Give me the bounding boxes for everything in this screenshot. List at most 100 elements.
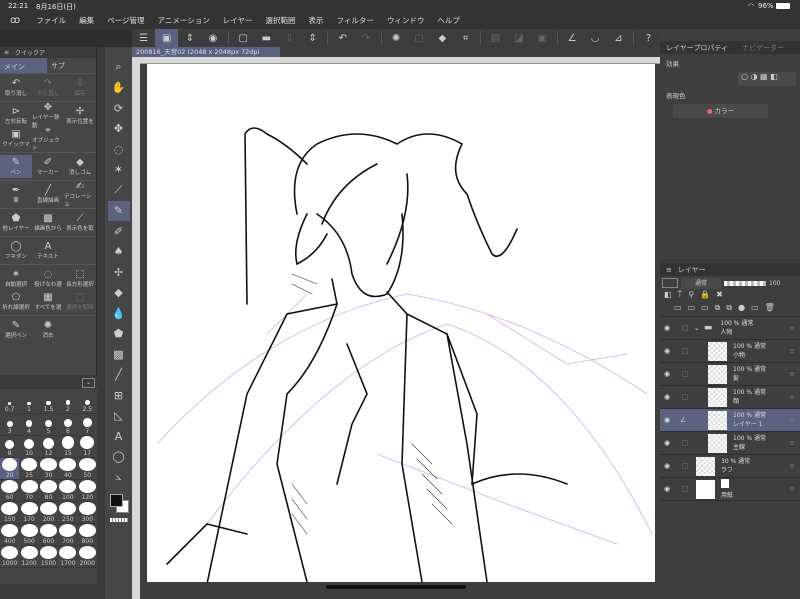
- opacity-value[interactable]: 100: [769, 280, 780, 287]
- menu-file[interactable]: ファイル: [36, 15, 66, 26]
- chevron-updown-icon[interactable]: ⇕: [178, 29, 201, 47]
- brush-size-option[interactable]: 80: [38, 480, 59, 502]
- menu-animation[interactable]: アニメーション: [158, 15, 210, 26]
- quick-access-tab[interactable]: クイックア: [15, 48, 45, 57]
- balloon-icon[interactable]: ◯: [108, 447, 130, 468]
- menu-layer[interactable]: レイヤー: [223, 15, 253, 26]
- quick-tool[interactable]: ◆ 消しゴム: [64, 155, 96, 178]
- drag-handle-icon[interactable]: ≡: [789, 393, 795, 401]
- deselect-icon[interactable]: ▨: [484, 29, 507, 47]
- chevron-updown-icon[interactable]: ⇕: [301, 29, 324, 47]
- help-icon[interactable]: ?: [637, 29, 660, 47]
- brush-size-option[interactable]: 1.5: [38, 392, 59, 414]
- brush-size-option[interactable]: 12: [38, 436, 59, 458]
- hamburger-icon[interactable]: ≡: [4, 49, 9, 56]
- canvas-icon[interactable]: ▣: [155, 29, 179, 47]
- navigator-tab[interactable]: ナビゲーター: [742, 43, 784, 53]
- chevron-down-icon[interactable]: ⌄: [694, 324, 700, 332]
- menu-filter[interactable]: フィルター: [337, 15, 374, 26]
- brush-icon[interactable]: ♠: [108, 242, 130, 263]
- frame-icon[interactable]: ⊞: [108, 385, 130, 406]
- eraser-icon[interactable]: ◆: [108, 283, 130, 304]
- quick-tool[interactable]: ◯ フキダシ: [0, 239, 32, 262]
- layer-checkbox[interactable]: [682, 440, 688, 446]
- brush-size-option[interactable]: 3: [0, 414, 20, 436]
- menu-icon[interactable]: ☰: [132, 29, 155, 47]
- save-icon[interactable]: ⇩: [278, 29, 301, 47]
- brush-size-option[interactable]: 5: [38, 414, 59, 436]
- line-icon[interactable]: ╱: [108, 365, 130, 386]
- eyedropper-icon[interactable]: ⟋: [108, 180, 130, 201]
- eye-icon[interactable]: ◉: [664, 416, 676, 424]
- invert-selection-icon[interactable]: ◪: [507, 29, 530, 47]
- drawing-canvas[interactable]: [147, 64, 655, 585]
- brush-size-option[interactable]: 70: [19, 480, 39, 502]
- brush-size-option[interactable]: 40: [58, 458, 78, 480]
- layer-checkbox[interactable]: [682, 348, 688, 354]
- brush-size-option[interactable]: 2.5: [77, 392, 97, 414]
- chevron-down-icon[interactable]: ⌄: [82, 378, 95, 388]
- document-tab[interactable]: 200816_天宮02 (2048 x 2048px 72dpi 95.4%): [132, 47, 280, 66]
- hamburger-icon[interactable]: ≡: [666, 266, 672, 274]
- quick-tool[interactable]: ⬟ 他レイヤー: [0, 211, 32, 234]
- eye-icon[interactable]: ◉: [664, 393, 676, 401]
- eye-icon[interactable]: ◉: [664, 462, 676, 470]
- color-swatches[interactable]: [108, 492, 130, 516]
- brush-size-option[interactable]: 1000: [0, 546, 20, 568]
- effect-buttons[interactable]: ○ ◑ ▦ ◧: [738, 72, 796, 86]
- brush-size-option[interactable]: 800: [77, 524, 97, 546]
- eye-icon[interactable]: ◉: [664, 485, 676, 493]
- layer-checkbox[interactable]: [682, 394, 688, 400]
- layer-option-buttons[interactable]: ◧⍑⚲🔒✖: [660, 290, 800, 303]
- move-icon[interactable]: ✥: [108, 119, 130, 140]
- zoom-icon[interactable]: ⌕: [108, 57, 130, 78]
- brush-size-option[interactable]: 250: [58, 502, 78, 524]
- brush-size-option[interactable]: 1500: [38, 546, 59, 568]
- eye-icon[interactable]: ◉: [664, 324, 676, 332]
- layer-row[interactable]: ◉ 30 % 通常 ラフ ≡: [660, 455, 800, 478]
- brush-size-option[interactable]: 1700: [58, 546, 78, 568]
- drag-handle-icon[interactable]: ≡: [789, 324, 795, 332]
- layer-action-buttons[interactable]: ▭▭▭⧉⧉●▭🗑: [660, 303, 800, 317]
- brush-size-option[interactable]: 17: [77, 436, 97, 458]
- layer-property-tab[interactable]: レイヤープロパティ: [666, 43, 728, 53]
- new-file-icon[interactable]: ▢: [232, 29, 255, 47]
- layer-row[interactable]: ◉ 100 % 通常顔 ≡: [660, 386, 800, 409]
- brush-size-option[interactable]: 120: [77, 480, 97, 502]
- gradient-icon[interactable]: ▩: [108, 344, 130, 365]
- quick-tool[interactable]: ⊳ 左右反転: [0, 104, 32, 127]
- brush-size-option[interactable]: 700: [58, 524, 78, 546]
- airbrush-icon[interactable]: ✢: [108, 262, 130, 283]
- ruler-snap-icon[interactable]: ∠: [561, 29, 584, 47]
- correct-line-icon[interactable]: ⦣: [108, 467, 130, 488]
- brush-size-option[interactable]: 30: [38, 458, 59, 480]
- drag-handle-icon[interactable]: ≡: [789, 462, 795, 470]
- quick-tool[interactable]: ⌖ オブジェクト: [32, 125, 64, 152]
- opacity-slider[interactable]: [724, 280, 766, 286]
- brush-size-option[interactable]: 60: [0, 480, 20, 502]
- brush-size-option[interactable]: 4: [19, 414, 39, 436]
- quick-tool[interactable]: ▦ すべてを選: [32, 290, 64, 313]
- ruler-icon[interactable]: ◺: [108, 406, 130, 427]
- brush-size-option[interactable]: 2: [58, 392, 78, 414]
- quick-tool[interactable]: ↷ やり直し: [32, 76, 64, 99]
- drag-handle-icon[interactable]: ≡: [789, 370, 795, 378]
- quick-tool[interactable]: ✍ デコレーショ: [64, 181, 96, 208]
- quick-tool[interactable]: ╱ 直線描画: [32, 183, 64, 206]
- brush-size-option[interactable]: 10: [19, 436, 39, 458]
- app-logo-icon[interactable]: ꝏ: [10, 15, 20, 26]
- special-ruler-snap-icon[interactable]: ◡: [584, 29, 607, 47]
- menu-page[interactable]: ページ管理: [107, 15, 144, 26]
- layer-row[interactable]: ◉ 100 % 通常 小物 ≡: [660, 340, 800, 363]
- redo-icon[interactable]: ↷: [354, 29, 377, 47]
- brush-size-option[interactable]: 20: [0, 458, 20, 480]
- pen-icon[interactable]: ✎: [107, 200, 130, 221]
- hand-icon[interactable]: ✋: [108, 78, 130, 99]
- pencil-icon[interactable]: ✐: [108, 221, 130, 242]
- layer-row[interactable]: ◉ ⌄ ▬ 100 % 通常 人物 ≡: [660, 317, 800, 340]
- brush-size-option[interactable]: 100: [58, 480, 78, 502]
- quick-tool[interactable]: ✢ 表示位置を: [64, 104, 96, 127]
- layer-tab[interactable]: レイヤー: [678, 265, 706, 275]
- layer-row[interactable]: ◉ 用紙 ≡: [660, 478, 800, 501]
- brush-size-option[interactable]: 7: [77, 414, 97, 436]
